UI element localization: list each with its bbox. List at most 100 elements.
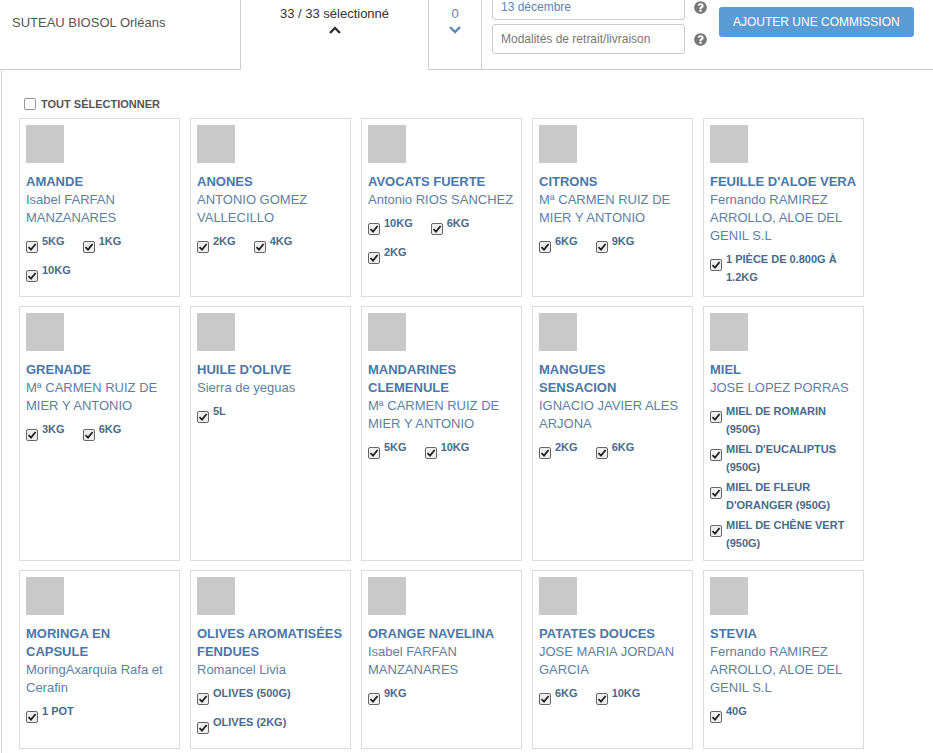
- option-checkbox[interactable]: [26, 711, 38, 723]
- option-list: 5KG 10KG: [368, 438, 515, 465]
- producer-name: Mª CARMEN RUIZ DE MIER Y ANTONIO: [368, 397, 515, 433]
- option-checkbox[interactable]: [197, 722, 209, 734]
- help-icon[interactable]: [694, 1, 707, 14]
- option-item[interactable]: 6KG: [83, 420, 122, 447]
- option-checkbox[interactable]: [83, 429, 95, 441]
- product-grid: AMANDEIsabel FARFAN MANZANARES5KG1KG10KG…: [19, 118, 933, 749]
- option-item[interactable]: MIEL DE ROMARIN (950G): [710, 402, 857, 438]
- date-field[interactable]: 13 décembre: [492, 0, 685, 20]
- option-item[interactable]: 10KG: [425, 438, 470, 465]
- product-name: HUILE D'OLIVE: [197, 361, 344, 379]
- option-item[interactable]: 5KG: [368, 438, 407, 465]
- option-item[interactable]: 10KG: [368, 214, 413, 241]
- check-icon: [84, 430, 94, 440]
- option-checkbox[interactable]: [710, 449, 722, 461]
- option-item[interactable]: 4KG: [254, 232, 293, 259]
- option-checkbox[interactable]: [539, 241, 551, 253]
- option-item[interactable]: 5L: [197, 402, 226, 429]
- option-checkbox[interactable]: [26, 270, 38, 282]
- producer-name: Sierra de yeguas: [197, 379, 344, 397]
- option-checkbox[interactable]: [539, 693, 551, 705]
- option-item[interactable]: 6KG: [596, 438, 635, 465]
- option-checkbox[interactable]: [26, 429, 38, 441]
- producer-name: Romancel Livia: [197, 661, 344, 679]
- option-item[interactable]: 6KG: [539, 232, 578, 259]
- option-checkbox[interactable]: [197, 693, 209, 705]
- product-card: MIELJOSE LOPEZ PORRASMIEL DE ROMARIN (95…: [703, 306, 864, 561]
- option-checkbox[interactable]: [197, 411, 209, 423]
- option-item[interactable]: 10KG: [26, 261, 71, 288]
- check-icon: [597, 694, 607, 704]
- option-item[interactable]: 2KG: [368, 243, 407, 270]
- option-item[interactable]: 9KG: [596, 232, 635, 259]
- select-all-checkbox[interactable]: [24, 98, 36, 110]
- option-checkbox[interactable]: [596, 447, 608, 459]
- check-icon: [369, 253, 379, 263]
- add-commission-button[interactable]: AJOUTER UNE COMMISSION: [719, 7, 914, 37]
- option-checkbox[interactable]: [596, 241, 608, 253]
- product-photo: [197, 577, 235, 615]
- option-item[interactable]: MIEL DE CHÊNE VERT (950G): [710, 516, 857, 552]
- shop-field[interactable]: SUTEAU BIOSOL Orléans: [0, 0, 241, 70]
- option-checkbox[interactable]: [83, 241, 95, 253]
- producer-name: ANTONIO GOMEZ VALLECILLO: [197, 191, 344, 227]
- help-icon[interactable]: [694, 33, 707, 46]
- check-icon: [540, 448, 550, 458]
- producer-name: MoringAxarquia Rafa et Cerafin: [26, 661, 173, 697]
- option-checkbox[interactable]: [425, 447, 437, 459]
- option-checkbox[interactable]: [710, 711, 722, 723]
- product-name: ANONES: [197, 173, 344, 191]
- option-checkbox[interactable]: [197, 241, 209, 253]
- option-item[interactable]: 6KG: [431, 214, 470, 241]
- option-item[interactable]: 6KG: [539, 684, 578, 711]
- product-name: MANGUES SENSACION: [539, 361, 686, 397]
- product-name: ORANGE NAVELINA: [368, 625, 515, 643]
- option-checkbox[interactable]: [26, 241, 38, 253]
- check-icon: [255, 242, 265, 252]
- option-checkbox[interactable]: [539, 447, 551, 459]
- option-checkbox[interactable]: [710, 259, 722, 271]
- option-checkbox[interactable]: [710, 487, 722, 499]
- check-icon: [711, 526, 721, 536]
- option-item[interactable]: 2KG: [197, 232, 236, 259]
- product-card: CITRONSMª CARMEN RUIZ DE MIER Y ANTONIO6…: [532, 118, 693, 297]
- count-tab[interactable]: 0: [429, 0, 482, 70]
- option-item[interactable]: 10KG: [596, 684, 641, 711]
- option-item[interactable]: MIEL D'EUCALIPTUS (950G): [710, 440, 857, 476]
- option-item[interactable]: 3KG: [26, 420, 65, 447]
- check-icon: [711, 450, 721, 460]
- option-list: OLIVES (500G)OLIVES (2KG): [197, 684, 344, 740]
- option-checkbox[interactable]: [368, 447, 380, 459]
- option-checkbox[interactable]: [596, 693, 608, 705]
- option-checkbox[interactable]: [254, 241, 266, 253]
- option-item[interactable]: 9KG: [368, 684, 407, 711]
- option-checkbox[interactable]: [368, 693, 380, 705]
- caret-down-icon: [448, 25, 462, 35]
- option-checkbox[interactable]: [710, 411, 722, 423]
- check-icon: [27, 242, 37, 252]
- check-icon: [597, 242, 607, 252]
- product-card: MANGUES SENSACIONIGNACIO JAVIER ALES ARJ…: [532, 306, 693, 561]
- product-name: OLIVES AROMATISÉES FENDUES: [197, 625, 344, 661]
- option-item[interactable]: 2KG: [539, 438, 578, 465]
- select-all[interactable]: TOUT SÉLECTIONNER: [19, 97, 933, 111]
- option-item[interactable]: 1 POT: [26, 702, 74, 729]
- caret-up-icon: [328, 25, 342, 35]
- option-item[interactable]: 1 PIÈCE DE 0.800G À 1.2KG: [710, 250, 857, 286]
- option-item[interactable]: 1KG: [83, 232, 122, 259]
- option-checkbox[interactable]: [368, 223, 380, 235]
- selection-tab[interactable]: 33 / 33 sélectionné: [241, 0, 429, 70]
- option-list: 2KG 6KG: [539, 438, 686, 465]
- option-item[interactable]: OLIVES (2KG): [197, 713, 286, 740]
- option-item[interactable]: 40G: [710, 702, 747, 729]
- option-item[interactable]: 5KG: [26, 232, 65, 259]
- option-checkbox[interactable]: [710, 525, 722, 537]
- fields-area: 13 décembre Modalités de retrait/livraiso…: [482, 0, 933, 70]
- product-name: FEUILLE D'ALOE VERA: [710, 173, 857, 191]
- delivery-field[interactable]: Modalités de retrait/livraison: [492, 24, 685, 54]
- option-checkbox[interactable]: [431, 223, 443, 235]
- option-item[interactable]: OLIVES (500G): [197, 684, 291, 711]
- option-item[interactable]: MIEL DE FLEUR D'ORANGER (950G): [710, 478, 857, 514]
- product-name: PATATES DOUCES: [539, 625, 686, 643]
- option-checkbox[interactable]: [368, 252, 380, 264]
